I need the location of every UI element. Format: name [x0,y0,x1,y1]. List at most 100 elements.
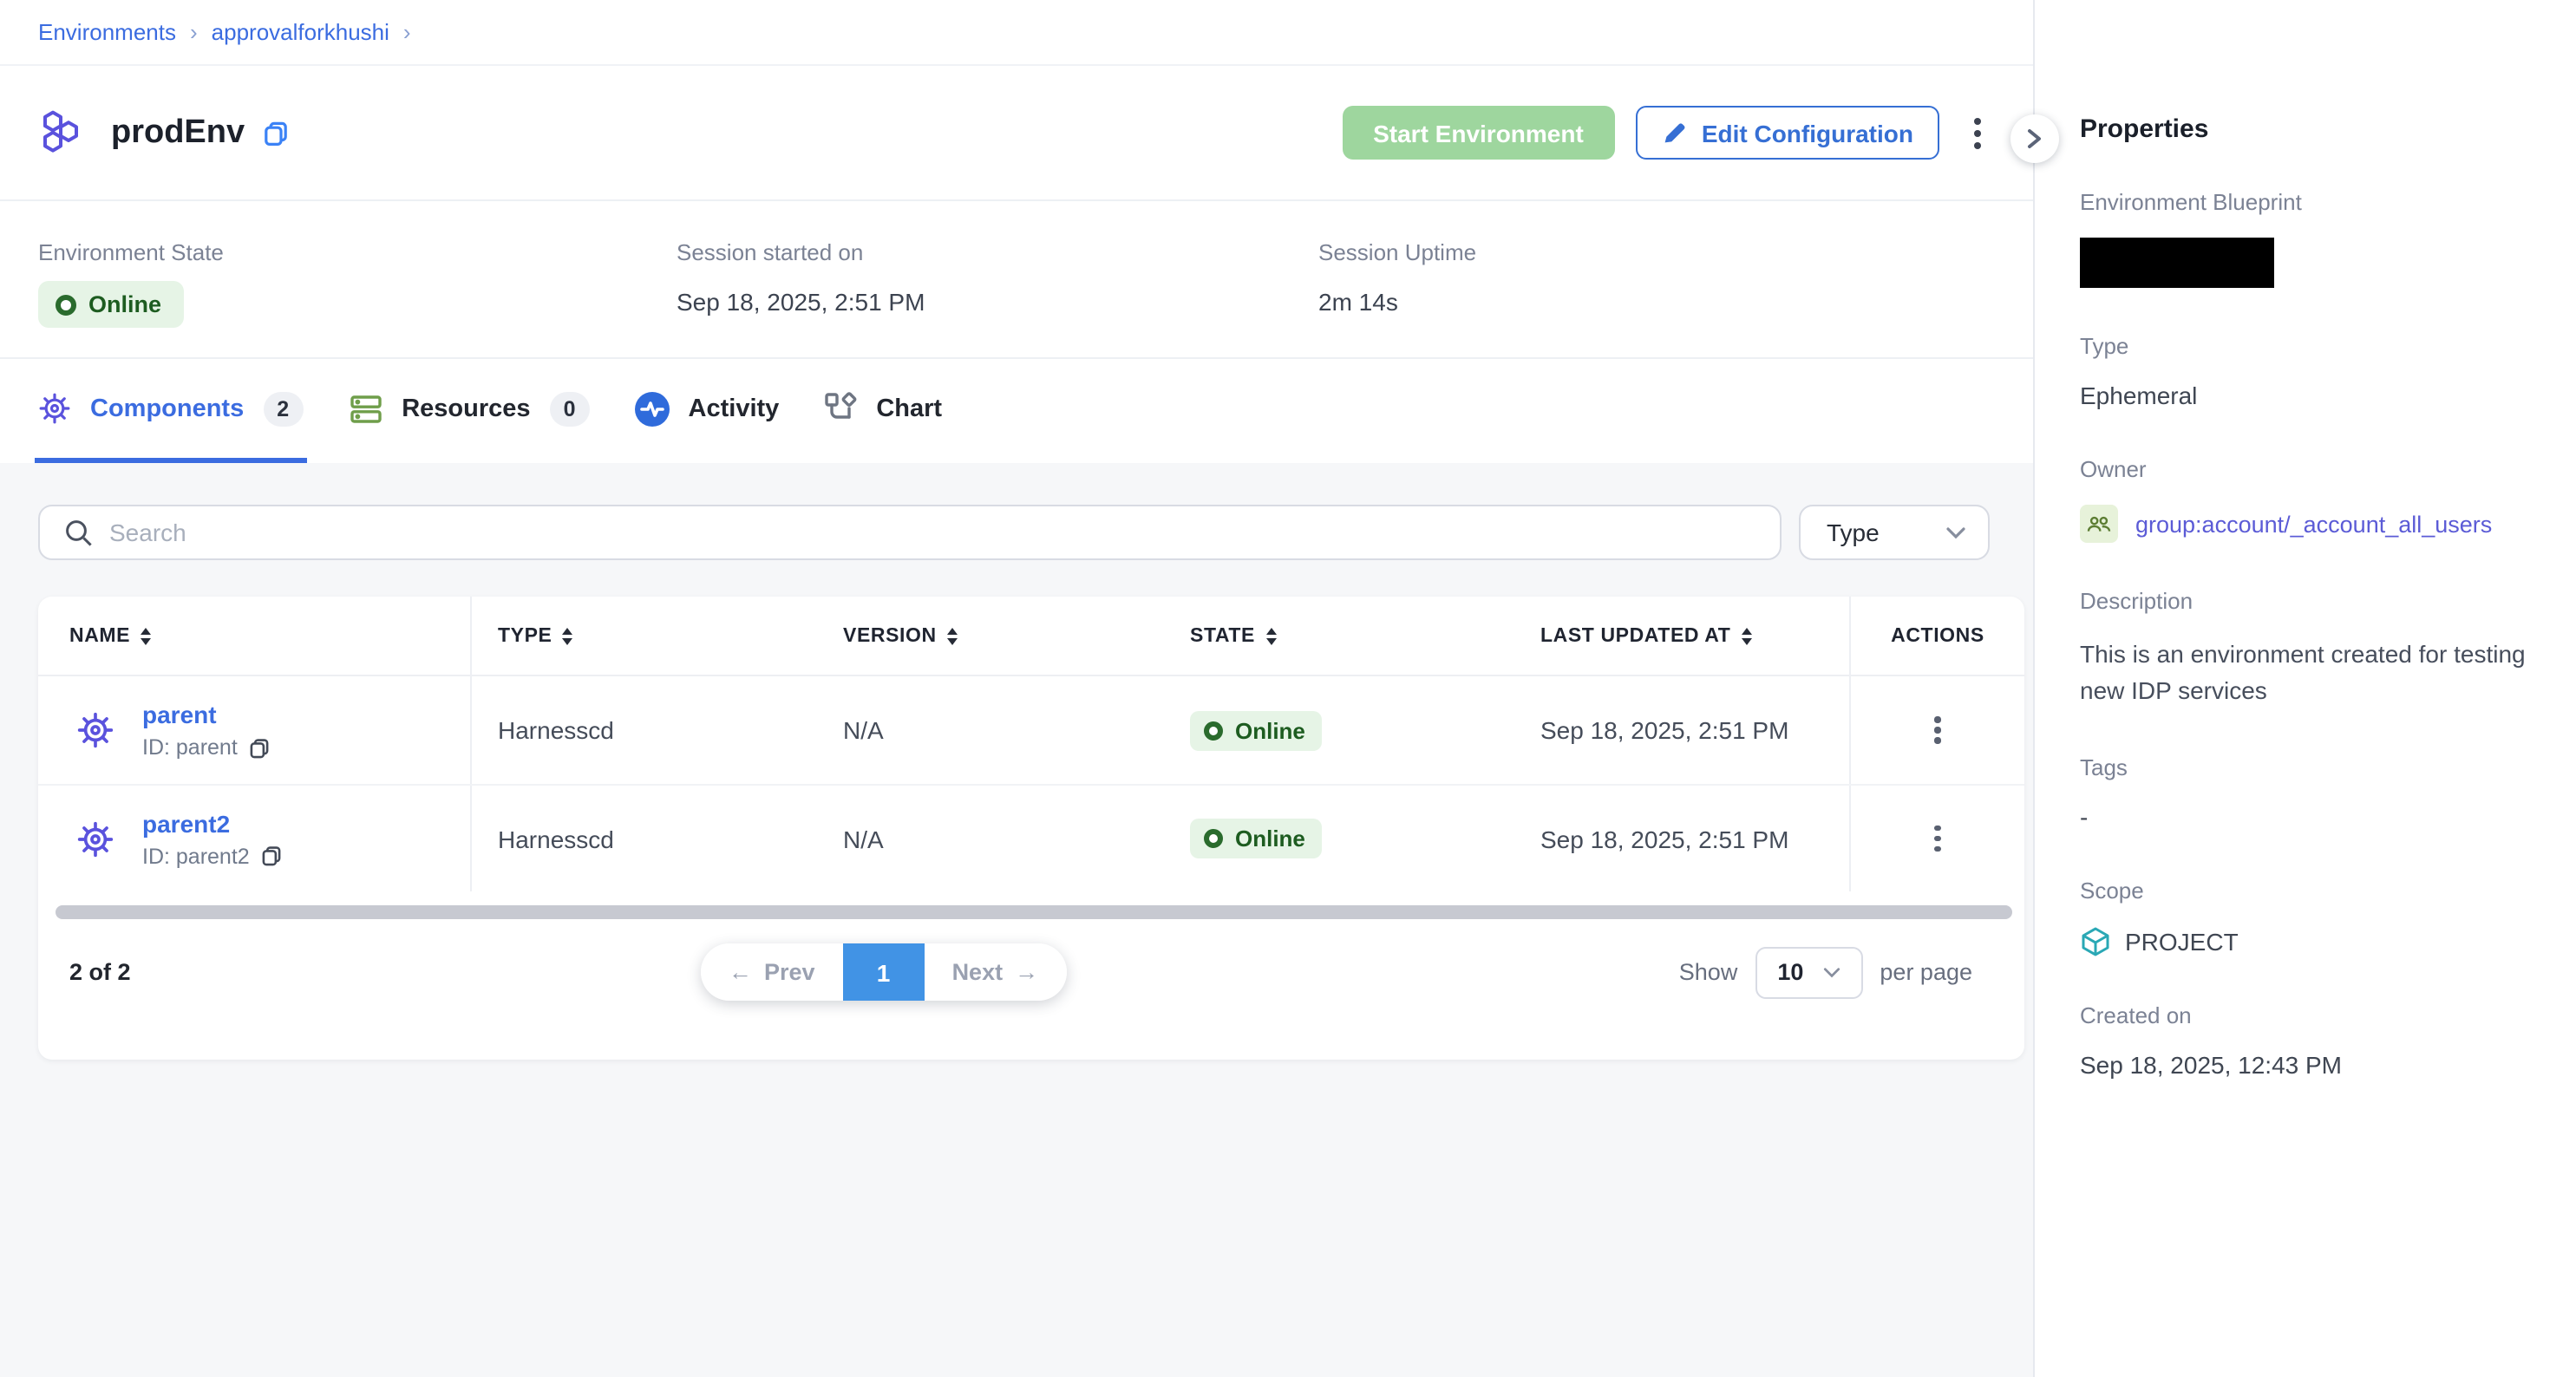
horizontal-scrollbar[interactable] [56,905,2012,919]
collapse-panel-button[interactable] [2010,114,2059,163]
row-more-options-button[interactable] [1920,812,1955,865]
status-strip: Environment State Online Session started… [0,201,2033,359]
tab-components[interactable]: Components 2 [35,359,306,463]
sort-icon[interactable] [141,627,151,644]
copy-id-button[interactable] [260,845,283,867]
activity-icon [635,391,670,426]
start-environment-button[interactable]: Start Environment [1342,106,1615,160]
kebab-icon [1935,728,1941,734]
state-cell: Online [1164,676,1514,784]
owner-group-link[interactable]: group:account/_account_all_users [2135,511,2492,537]
search-field [38,505,1782,560]
arrow-right-icon: → [1015,959,1038,985]
cube-icon [2080,926,2111,957]
row-more-options-button[interactable] [1920,703,1955,757]
environment-detail-page: Environments › approvalforkhushi › prodE… [0,0,2576,1377]
row-count-summary: 2 of 2 [69,959,131,985]
name-cell: parent2 ID: parent2 [38,786,472,891]
edit-configuration-button[interactable]: Edit Configuration [1636,106,1939,160]
environment-state-block: Environment State Online [38,201,677,357]
arrow-left-icon: ← [729,959,752,985]
kebab-icon [1974,129,1981,136]
resources-icon [348,391,382,426]
online-ring-icon [56,294,76,315]
type-filter-dropdown[interactable]: Type [1799,505,1990,560]
version-cell: N/A [817,676,1164,784]
column-header-version[interactable]: VERSION [817,597,1164,675]
kebab-icon [1935,836,1941,842]
component-id: ID: parent2 [142,844,283,868]
column-header-type[interactable]: TYPE [472,597,817,675]
field-tags: Tags - [2080,754,2545,832]
sort-icon[interactable] [947,627,958,644]
sort-icon[interactable] [1741,627,1751,644]
online-ring-icon [1204,829,1223,848]
prev-page-button[interactable]: ← Prev [701,943,843,1001]
version-cell: N/A [817,786,1164,891]
breadcrumb-separator: › [190,19,198,45]
environment-hexagon-logo-icon [38,107,90,159]
main-column: Environments › approvalforkhushi › prodE… [0,0,2033,1377]
state-cell: Online [1164,786,1514,891]
gear-icon [38,392,71,425]
field-environment-blueprint: Environment Blueprint [2080,189,2545,288]
resources-count-badge: 0 [550,391,590,426]
show-label: Show [1679,959,1738,985]
tab-resources[interactable]: Resources 0 [344,359,592,463]
session-started-block: Session started on Sep 18, 2025, 2:51 PM [677,201,1318,357]
tab-bar: Components 2 Resources 0 [0,359,2033,463]
per-page-label: per page [1880,959,1972,985]
column-header-name[interactable]: NAME [38,597,472,675]
column-header-state[interactable]: STATE [1164,597,1514,675]
breadcrumb-separator: › [403,19,411,45]
page-title: prodEnv [111,114,245,152]
last-updated-cell: Sep 18, 2025, 2:51 PM [1514,786,1849,891]
environment-state-badge: Online [38,281,184,328]
session-uptime-block: Session Uptime 2m 14s [1318,201,1476,357]
search-icon [64,518,94,547]
current-page-button[interactable]: 1 [843,943,925,1001]
component-id: ID: parent [142,735,271,760]
header-actions: Start Environment Edit Configuration [1342,106,1995,160]
group-icon [2080,505,2118,543]
type-cell: Harnesscd [472,676,817,784]
table-toolbar: Type [38,505,1990,560]
column-header-actions: ACTIONS [1849,597,2024,675]
properties-panel: Properties Environment Blueprint Type Ep… [2033,0,2576,1377]
component-gear-icon [76,711,114,749]
search-input[interactable] [109,519,1755,546]
tab-activity[interactable]: Activity [631,359,783,463]
breadcrumb-environments[interactable]: Environments [38,19,176,45]
field-scope: Scope PROJECT [2080,878,2545,957]
properties-title: Properties [2080,114,2545,144]
pagination: ← Prev 1 Next → [701,943,1066,1001]
tab-chart[interactable]: Chart [821,359,945,463]
components-count-badge: 2 [263,391,303,426]
page-size-dropdown[interactable]: 10 [1755,946,1862,998]
copy-environment-name-button[interactable] [262,119,290,147]
session-started-label: Session started on [677,239,1318,265]
sort-icon[interactable] [1265,627,1276,644]
sort-icon[interactable] [563,627,573,644]
actions-cell [1849,786,2024,891]
header-more-options-button[interactable] [1960,106,1995,160]
chevron-down-icon [1946,526,1965,538]
next-page-button[interactable]: Next → [925,943,1067,1001]
breadcrumb-environment-name[interactable]: approvalforkhushi [212,19,389,45]
field-type: Type Ephemeral [2080,333,2545,411]
component-name-link[interactable]: parent [142,701,271,728]
component-name-link[interactable]: parent2 [142,809,283,837]
blueprint-value-redacted [2080,238,2274,288]
type-cell: Harnesscd [472,786,817,891]
table-row: parent ID: parent [38,676,2024,784]
component-gear-icon [76,819,114,858]
session-uptime-label: Session Uptime [1318,239,1476,265]
column-header-last-updated[interactable]: LAST UPDATED AT [1514,597,1849,675]
breadcrumb: Environments › approvalforkhushi › [0,0,2033,66]
page-header: prodEnv Start Environment Edit Configura… [0,66,2033,201]
session-started-value: Sep 18, 2025, 2:51 PM [677,288,1318,316]
copy-id-button[interactable] [248,736,271,759]
pencil-icon [1662,120,1688,146]
scope-value: PROJECT [2125,928,2239,956]
name-cell: parent ID: parent [38,676,472,784]
